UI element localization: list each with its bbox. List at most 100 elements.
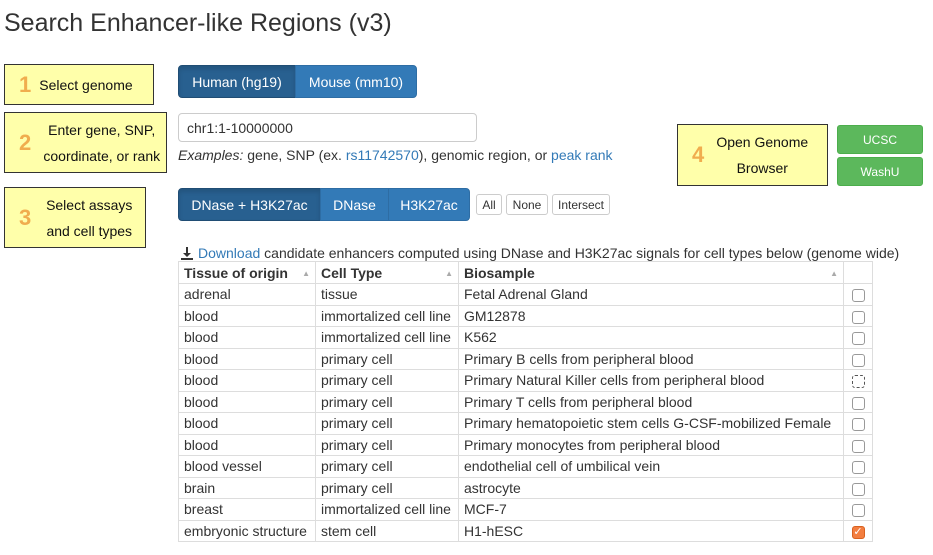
- row-checkbox[interactable]: [851, 439, 865, 453]
- tissue-cell: breast: [178, 498, 316, 521]
- sort-icon: ▲: [445, 268, 453, 278]
- genome-option-mm10[interactable]: Mouse (mm10): [295, 65, 417, 98]
- select-cell: [843, 390, 873, 413]
- biosample-cell: K562: [458, 326, 844, 349]
- table-row[interactable]: blood primary cell Primary Natural Killer …: [178, 369, 873, 392]
- intersect-button[interactable]: Intersect: [552, 194, 610, 215]
- cell-type-cell: immortalized cell line: [315, 326, 459, 349]
- examples-text: gene, SNP (ex.: [243, 147, 346, 163]
- cell-type-cell: primary cell: [315, 433, 459, 456]
- step-3-box: 3 Select assays and cell types: [4, 187, 146, 248]
- table-row[interactable]: brain primary cell astrocyte: [178, 476, 873, 499]
- ucsc-button[interactable]: UCSC: [837, 125, 923, 154]
- select-cell: [843, 476, 873, 499]
- cell-type-cell: tissue: [315, 283, 459, 306]
- download-link[interactable]: Download: [198, 245, 260, 261]
- step-label: Enter gene, SNP, coordinate, or rank: [43, 121, 161, 164]
- table-row[interactable]: blood primary cell Primary B cells from pe…: [178, 347, 873, 370]
- biosample-cell: Fetal Adrenal Gland: [458, 283, 844, 306]
- tissue-cell: adrenal: [178, 283, 316, 306]
- genome-option-hg19[interactable]: Human (hg19): [178, 65, 296, 98]
- step-1-box: 1 Select genome: [4, 64, 154, 105]
- row-checkbox[interactable]: [851, 396, 865, 410]
- row-checkbox[interactable]: [851, 310, 865, 324]
- column-header-biosample[interactable]: Biosample ▲: [458, 261, 844, 284]
- peak-rank-link[interactable]: peak rank: [551, 147, 612, 163]
- sort-icon: ▲: [302, 268, 310, 278]
- cell-type-cell: primary cell: [315, 390, 459, 413]
- select-cell: [843, 498, 873, 521]
- genome-selector: Human (hg19) Mouse (mm10): [178, 65, 417, 98]
- row-checkbox[interactable]: [851, 375, 865, 389]
- row-checkbox[interactable]: [851, 332, 865, 346]
- row-checkbox[interactable]: [851, 461, 865, 475]
- table-row[interactable]: blood primary cell Primary T cells from pe…: [178, 390, 873, 413]
- row-checkbox[interactable]: [851, 482, 865, 496]
- table-row[interactable]: adrenal tissue Fetal Adrenal Gland: [178, 283, 873, 306]
- search-input[interactable]: [178, 113, 477, 142]
- step-number: 2: [19, 129, 32, 155]
- biosample-cell: endothelial cell of umbilical vein: [458, 455, 844, 478]
- washu-button[interactable]: WashU: [837, 157, 923, 186]
- tissue-cell: blood: [178, 433, 316, 456]
- assay-selector: DNase + H3K27ac DNase H3K27ac: [178, 188, 470, 221]
- biosample-cell: astrocyte: [458, 476, 844, 499]
- biosample-cell: Primary monocytes from peripheral blood: [458, 433, 844, 456]
- cell-type-cell: primary cell: [315, 412, 459, 435]
- select-cell: [843, 304, 873, 327]
- step-label: Open Genome Browser: [716, 134, 809, 176]
- select-all-button[interactable]: All: [476, 194, 502, 215]
- select-cell: ✓: [843, 519, 873, 542]
- assay-option-dnase-h3k27ac[interactable]: DNase + H3K27ac: [178, 188, 321, 221]
- tissue-cell: blood vessel: [178, 455, 316, 478]
- row-checkbox[interactable]: [851, 289, 865, 303]
- assay-option-h3k27ac[interactable]: H3K27ac: [388, 188, 470, 221]
- example-snp-link[interactable]: rs11742570: [346, 147, 419, 163]
- step-label: Select assays and cell types: [46, 196, 133, 239]
- cell-type-cell: primary cell: [315, 369, 459, 392]
- table-row[interactable]: embryonic structure stem cell H1-hESC ✓: [178, 519, 873, 542]
- column-header-cell-type[interactable]: Cell Type ▲: [315, 261, 459, 284]
- biosample-table: Tissue of origin ▲ Cell Type ▲ Biosample ▲ …: [178, 261, 873, 542]
- cell-type-cell: immortalized cell line: [315, 304, 459, 327]
- tissue-cell: blood: [178, 369, 316, 392]
- table-row[interactable]: blood immortalized cell line GM12878: [178, 304, 873, 327]
- select-none-button[interactable]: None: [506, 194, 548, 215]
- table-row[interactable]: blood primary cell Primary monocytes from …: [178, 433, 873, 456]
- tissue-cell: blood: [178, 347, 316, 370]
- cell-type-cell: immortalized cell line: [315, 498, 459, 521]
- tissue-cell: blood: [178, 304, 316, 327]
- row-checkbox[interactable]: [851, 353, 865, 367]
- row-checkbox[interactable]: [851, 418, 865, 432]
- biosample-cell: GM12878: [458, 304, 844, 327]
- select-cell: [843, 412, 873, 435]
- biosample-cell: Primary Natural Killer cells from periph…: [458, 369, 844, 392]
- tissue-cell: embryonic structure: [178, 519, 316, 542]
- table-row[interactable]: blood vessel primary cell endothelial cell…: [178, 455, 873, 478]
- assay-option-dnase[interactable]: DNase: [320, 188, 389, 221]
- table-row[interactable]: breast immortalized cell line MCF-7: [178, 498, 873, 521]
- biosample-cell: MCF-7: [458, 498, 844, 521]
- select-cell: [843, 433, 873, 456]
- sort-icon: ▲: [830, 268, 838, 278]
- column-header-tissue[interactable]: Tissue of origin ▲: [178, 261, 316, 284]
- cell-type-cell: primary cell: [315, 455, 459, 478]
- tissue-cell: blood: [178, 326, 316, 349]
- examples-hint: Examples: gene, SNP (ex. rs11742570), ge…: [178, 147, 613, 163]
- biosample-cell: Primary B cells from peripheral blood: [458, 347, 844, 370]
- table-row[interactable]: blood immortalized cell line K562: [178, 326, 873, 349]
- select-cell: [843, 283, 873, 306]
- step-label: Select genome: [39, 76, 133, 93]
- row-checkbox[interactable]: [851, 504, 865, 518]
- page-title: Search Enhancer-like Regions (v3): [4, 9, 392, 37]
- select-cell: [843, 369, 873, 392]
- column-header-select: [843, 261, 873, 284]
- table-row[interactable]: blood primary cell Primary hematopoietic s…: [178, 412, 873, 435]
- step-number: 1: [19, 71, 32, 97]
- tissue-cell: blood: [178, 390, 316, 413]
- row-checkbox[interactable]: ✓: [851, 525, 865, 539]
- step-number: 3: [19, 204, 32, 230]
- cell-type-cell: primary cell: [315, 347, 459, 370]
- tissue-cell: brain: [178, 476, 316, 499]
- biosample-cell: Primary T cells from peripheral blood: [458, 390, 844, 413]
